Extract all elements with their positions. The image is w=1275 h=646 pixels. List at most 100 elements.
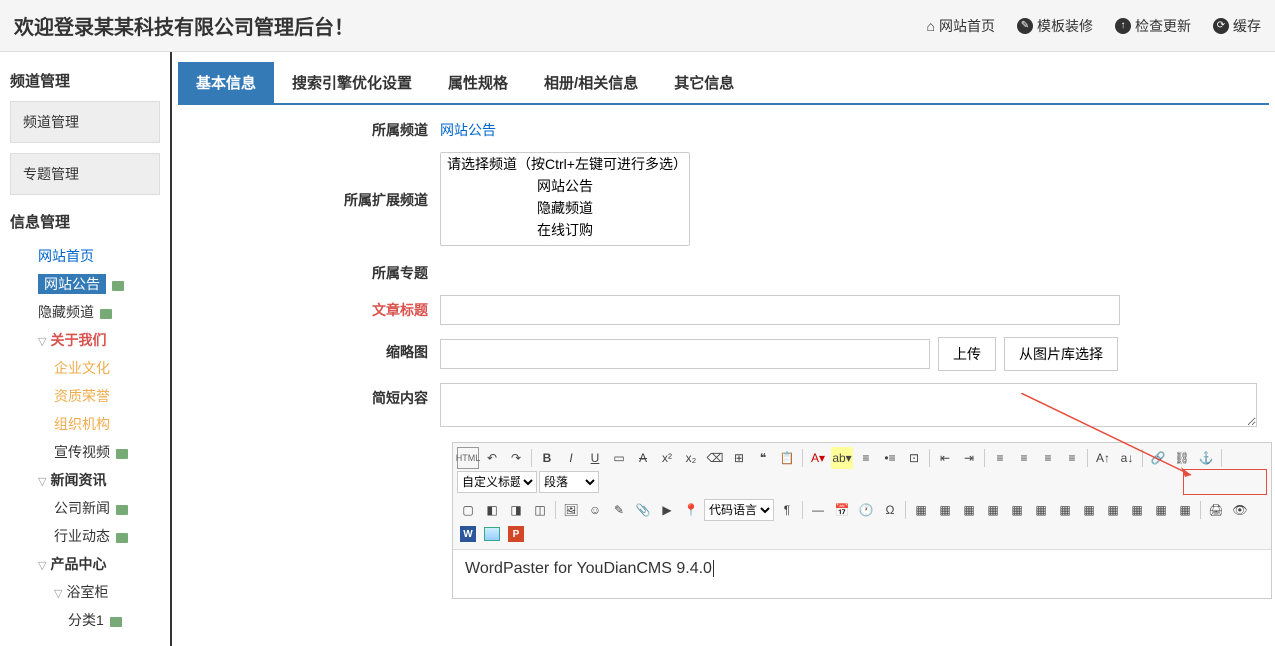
- lowercase-button[interactable]: a↓: [1116, 447, 1138, 469]
- thumb-input[interactable]: [440, 339, 930, 369]
- italic-button[interactable]: I: [560, 447, 582, 469]
- paste-plain-button[interactable]: 📋: [776, 447, 798, 469]
- image-paste-button[interactable]: [481, 523, 503, 545]
- select-option[interactable]: 在线订购: [441, 219, 689, 241]
- undo-button[interactable]: ↶: [481, 447, 503, 469]
- preview-button[interactable]: 👁: [1229, 499, 1251, 521]
- tab-seo[interactable]: 搜索引擎优化设置: [274, 62, 430, 103]
- time-button[interactable]: 🕐: [855, 499, 877, 521]
- tree-honor[interactable]: 资质荣誉: [54, 388, 110, 404]
- bold-button[interactable]: B: [536, 447, 558, 469]
- insert-row-button[interactable]: ▦: [958, 499, 980, 521]
- brief-textarea[interactable]: [440, 383, 1257, 427]
- ppt-paste-button[interactable]: P: [505, 523, 527, 545]
- insert-video-button[interactable]: ▶: [656, 499, 678, 521]
- superscript-button[interactable]: x²: [656, 447, 678, 469]
- tree-bathroom[interactable]: 浴室柜: [66, 584, 108, 600]
- backcolor-button[interactable]: ab▾: [831, 447, 853, 469]
- tree-hidden[interactable]: 隐藏频道: [38, 304, 94, 320]
- link-template[interactable]: ✎ 模板装修: [1017, 16, 1093, 36]
- word-paste-button[interactable]: W: [457, 523, 479, 545]
- select-option[interactable]: 请选择频道（按Ctrl+左键可进行多选）: [441, 153, 689, 175]
- tree-category1[interactable]: 分类1: [68, 612, 104, 628]
- tab-basic[interactable]: 基本信息: [178, 62, 274, 103]
- tree-company-news[interactable]: 公司新闻: [54, 500, 110, 516]
- tree-products[interactable]: 产品中心: [50, 556, 106, 572]
- insert-table-button[interactable]: ▦: [910, 499, 932, 521]
- code-select[interactable]: 代码语言: [704, 499, 774, 521]
- delete-table-button[interactable]: ▦: [934, 499, 956, 521]
- delete-row-button[interactable]: ▦: [982, 499, 1004, 521]
- align-center-button[interactable]: ≡: [1013, 447, 1035, 469]
- tab-album[interactable]: 相册/相关信息: [526, 62, 656, 103]
- collapse-icon[interactable]: ▽: [54, 588, 62, 600]
- attachment-button[interactable]: 📎: [632, 499, 654, 521]
- link-site-home[interactable]: ⌂ 网站首页: [927, 16, 995, 36]
- insert-ul-button[interactable]: •≡: [879, 447, 901, 469]
- insert-ol-button[interactable]: ≡: [855, 447, 877, 469]
- subscript-button[interactable]: x₂: [680, 447, 702, 469]
- spechars-button[interactable]: Ω: [879, 499, 901, 521]
- collapse-icon[interactable]: ▽: [38, 476, 46, 488]
- topic-manage-button[interactable]: 专题管理: [10, 153, 160, 195]
- hr-button[interactable]: —: [807, 499, 829, 521]
- paragraph-select[interactable]: 段落: [539, 471, 599, 493]
- scrawl-button[interactable]: ✎: [608, 499, 630, 521]
- image-center-button[interactable]: ◫: [529, 499, 551, 521]
- link-update[interactable]: ↑ 检查更新: [1115, 16, 1191, 36]
- image-none-button[interactable]: ▢: [457, 499, 479, 521]
- image-right-button[interactable]: ◨: [505, 499, 527, 521]
- collapse-icon[interactable]: ▽: [38, 336, 46, 348]
- tree-org[interactable]: 组织机构: [54, 416, 110, 432]
- insert-image-button[interactable]: 🖼: [560, 499, 582, 521]
- channel-manage-button[interactable]: 频道管理: [10, 101, 160, 143]
- select-option[interactable]: 关于我们: [441, 241, 689, 246]
- select-option[interactable]: 隐藏频道: [441, 197, 689, 219]
- font-border-button[interactable]: ▭: [608, 447, 630, 469]
- uppercase-button[interactable]: A↑: [1092, 447, 1114, 469]
- tab-attr[interactable]: 属性规格: [430, 62, 526, 103]
- image-left-button[interactable]: ◧: [481, 499, 503, 521]
- split-rows-button[interactable]: ▦: [1150, 499, 1172, 521]
- merge-right-button[interactable]: ▦: [1078, 499, 1100, 521]
- title-input[interactable]: [440, 295, 1120, 325]
- select-option[interactable]: 网站公告: [441, 175, 689, 197]
- tab-other[interactable]: 其它信息: [656, 62, 752, 103]
- outdent-button[interactable]: ⇤: [934, 447, 956, 469]
- redo-button[interactable]: ↷: [505, 447, 527, 469]
- strike-button[interactable]: A: [632, 447, 654, 469]
- tree-announce[interactable]: 网站公告: [38, 274, 106, 294]
- tree-news[interactable]: 新闻资讯: [50, 472, 106, 488]
- tree-about[interactable]: 关于我们: [50, 332, 106, 348]
- heading-select[interactable]: 自定义标题: [457, 471, 537, 493]
- split-cells-button[interactable]: ▦: [1126, 499, 1148, 521]
- link-cache[interactable]: ⟳ 缓存: [1213, 16, 1261, 36]
- align-justify-button[interactable]: ≡: [1061, 447, 1083, 469]
- delete-col-button[interactable]: ▦: [1030, 499, 1052, 521]
- date-button[interactable]: 📅: [831, 499, 853, 521]
- anchor-button[interactable]: ⚓: [1195, 447, 1217, 469]
- print-button[interactable]: 🖨: [1205, 499, 1227, 521]
- upload-button[interactable]: 上传: [938, 337, 996, 371]
- editor-content[interactable]: WordPaster for YouDianCMS 9.4.0: [453, 550, 1271, 598]
- tree-home[interactable]: 网站首页: [38, 248, 94, 264]
- library-button[interactable]: 从图片库选择: [1004, 337, 1118, 371]
- insert-col-button[interactable]: ▦: [1006, 499, 1028, 521]
- link-button[interactable]: 🔗: [1147, 447, 1169, 469]
- merge-cells-button[interactable]: ▦: [1054, 499, 1076, 521]
- tree-industry-news[interactable]: 行业动态: [54, 528, 110, 544]
- forecolor-button[interactable]: A▾: [807, 447, 829, 469]
- underline-button[interactable]: U: [584, 447, 606, 469]
- split-cols-button[interactable]: ▦: [1174, 499, 1196, 521]
- blockquote-button[interactable]: ❝: [752, 447, 774, 469]
- collapse-icon[interactable]: ▽: [38, 560, 46, 572]
- source-button[interactable]: HTML: [457, 447, 479, 469]
- ext-channel-select[interactable]: 请选择频道（按Ctrl+左键可进行多选） 网站公告 隐藏频道 在线订购 关于我们…: [440, 152, 690, 246]
- align-right-button[interactable]: ≡: [1037, 447, 1059, 469]
- tree-video[interactable]: 宣传视频: [54, 444, 110, 460]
- clear-format-button[interactable]: ⌫: [704, 447, 726, 469]
- emotion-button[interactable]: ☺: [584, 499, 606, 521]
- unlink-button[interactable]: ⛓: [1171, 447, 1193, 469]
- merge-down-button[interactable]: ▦: [1102, 499, 1124, 521]
- tree-culture[interactable]: 企业文化: [54, 360, 110, 376]
